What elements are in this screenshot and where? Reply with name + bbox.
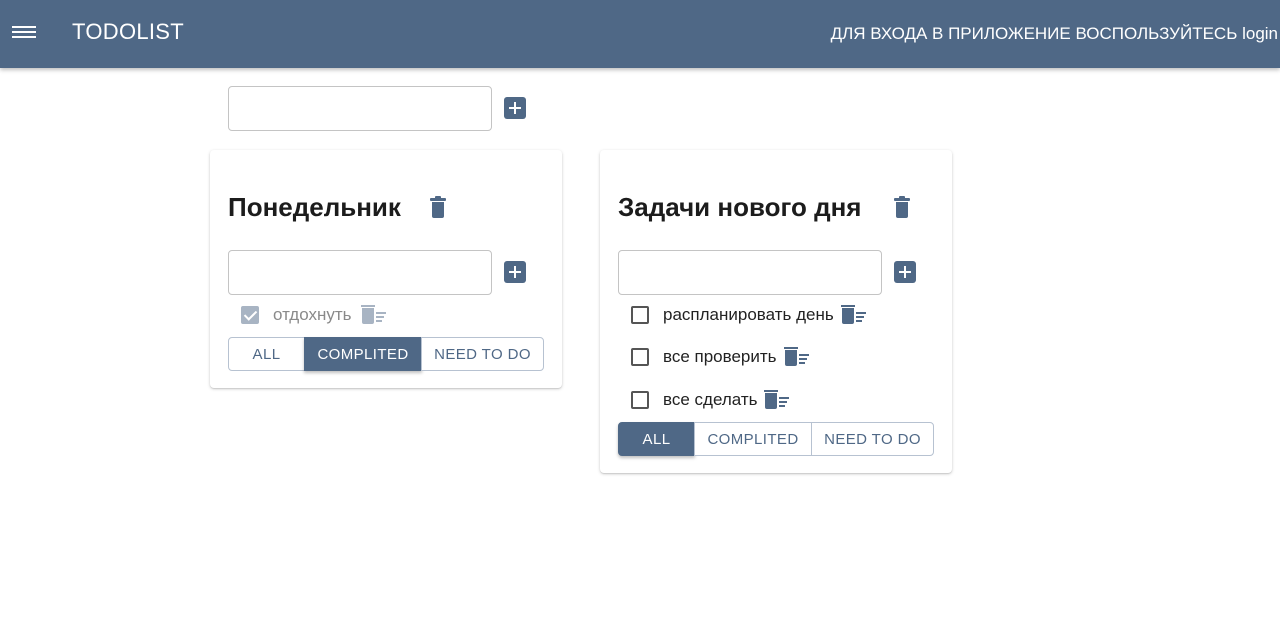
add-list-button[interactable]: [504, 97, 526, 119]
todolist-card: Задачи нового дня распланировать день вс…: [600, 150, 952, 473]
app-title: TODOLIST: [72, 19, 185, 44]
filter-all-button[interactable]: ALL: [618, 422, 695, 456]
task-checkbox[interactable]: [631, 391, 649, 409]
task-checkbox[interactable]: [241, 306, 259, 324]
task-checkbox[interactable]: [631, 348, 649, 366]
app-bar: TODOLIST ДЛЯ ВХОДА В ПРИЛОЖЕНИЕ ВОСПОЛЬЗ…: [0, 0, 1280, 68]
filter-need-to-do-button[interactable]: NEED TO DO: [421, 337, 544, 371]
filter-group: ALL COMPLITED NEED TO DO: [618, 422, 934, 456]
task-label[interactable]: распланировать день: [663, 305, 834, 325]
task-item: все проверить: [631, 345, 811, 369]
trash-list-icon[interactable]: [360, 305, 388, 324]
todolist-title[interactable]: Задачи нового дня: [618, 192, 861, 223]
new-list-input[interactable]: [228, 86, 492, 131]
todolist-card: Понедельник отдохнуть ALL COMPLITED NEED…: [210, 150, 562, 388]
trash-icon[interactable]: [430, 196, 446, 218]
task-item: все сделать: [631, 388, 791, 412]
filter-completed-button[interactable]: COMPLITED: [304, 337, 422, 371]
filter-need-to-do-button[interactable]: NEED TO DO: [811, 422, 934, 456]
login-hint[interactable]: ДЛЯ ВХОДА В ПРИЛОЖЕНИЕ ВОСПОЛЬЗУЙТЕСЬ lo…: [831, 24, 1278, 44]
trash-icon[interactable]: [894, 196, 910, 218]
task-item: отдохнуть: [241, 303, 388, 327]
todolist-title[interactable]: Понедельник: [228, 192, 401, 223]
trash-list-icon[interactable]: [840, 305, 868, 324]
trash-list-icon[interactable]: [783, 347, 811, 366]
add-task-button[interactable]: [894, 261, 916, 283]
new-task-input[interactable]: [618, 250, 882, 295]
task-label[interactable]: отдохнуть: [273, 305, 352, 325]
add-task-button[interactable]: [504, 261, 526, 283]
hamburger-menu-icon[interactable]: [12, 23, 36, 43]
filter-group: ALL COMPLITED NEED TO DO: [228, 337, 544, 371]
filter-all-button[interactable]: ALL: [228, 337, 305, 371]
task-checkbox[interactable]: [631, 306, 649, 324]
task-item: распланировать день: [631, 303, 868, 327]
task-label[interactable]: все проверить: [663, 347, 777, 367]
filter-completed-button[interactable]: COMPLITED: [694, 422, 812, 456]
trash-list-icon[interactable]: [764, 390, 791, 409]
new-task-input[interactable]: [228, 250, 492, 295]
task-label[interactable]: все сделать: [663, 390, 757, 410]
